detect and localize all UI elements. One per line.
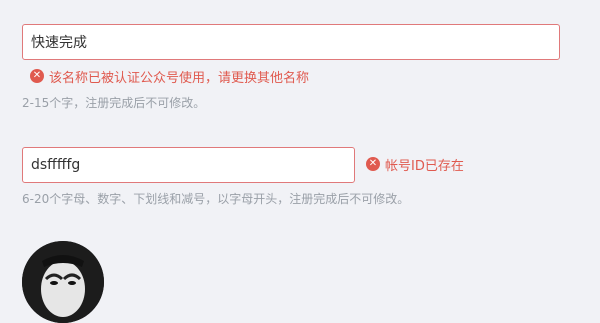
account-name-input[interactable] xyxy=(22,24,560,60)
avatar-image xyxy=(22,241,104,323)
name-error-message: ✕ 该名称已被认证公众号使用，请更换其他名称 xyxy=(30,67,310,86)
account-id-input[interactable] xyxy=(22,147,355,183)
error-icon: ✕ xyxy=(366,157,380,171)
id-hint: 6-20个字母、数字、下划线和减号，以字母开头，注册完成后不可修改。 xyxy=(22,192,410,206)
error-icon: ✕ xyxy=(30,69,44,83)
avatar[interactable] xyxy=(22,241,104,323)
id-error-message: ✕ 帐号ID已存在 xyxy=(366,155,464,174)
id-error-text: 帐号ID已存在 xyxy=(385,158,464,174)
name-hint: 2-15个字，注册完成后不可修改。 xyxy=(22,96,206,110)
name-error-text: 该名称已被认证公众号使用，请更换其他名称 xyxy=(49,70,310,86)
